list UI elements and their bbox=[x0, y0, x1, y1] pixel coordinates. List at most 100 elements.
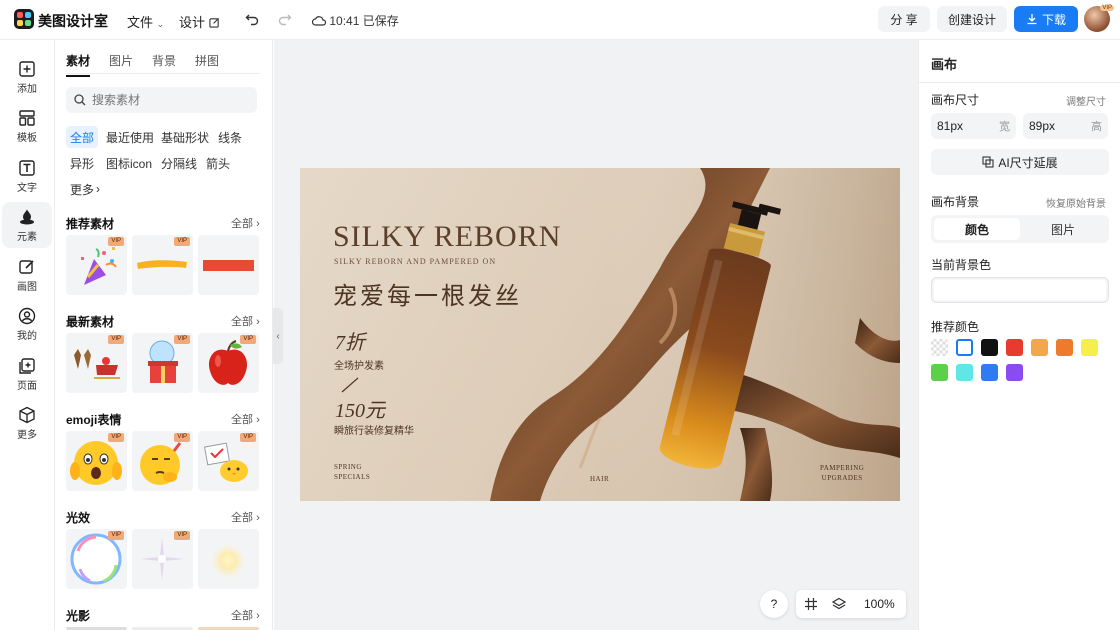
help-button[interactable]: ? bbox=[760, 590, 788, 618]
segment-image[interactable]: 图片 bbox=[1020, 218, 1106, 240]
chip-icons[interactable]: 图标icon bbox=[102, 152, 156, 174]
canvas-title[interactable]: SILKY REBORN bbox=[333, 220, 561, 254]
canvas-headline[interactable]: 宠爱每一根发丝 bbox=[333, 276, 522, 311]
layers-icon[interactable] bbox=[832, 597, 846, 611]
file-menu[interactable]: 文件 ⌄ bbox=[127, 12, 164, 31]
template-icon bbox=[19, 109, 35, 126]
canvas-artwork bbox=[490, 168, 900, 501]
asset-thumb-chick-emoji[interactable]: VIP bbox=[198, 431, 259, 491]
current-bg-label: 当前背景色 bbox=[931, 258, 992, 272]
color-swatch[interactable] bbox=[1056, 339, 1073, 356]
asset-thumb-snow-globe-gift[interactable]: VIP bbox=[132, 333, 193, 393]
color-swatch[interactable] bbox=[1031, 339, 1048, 356]
section-all-link[interactable]: 全部 › bbox=[231, 411, 260, 427]
top-bar: 美图设计室 文件 ⌄ 设计 10:41 已保存 分 享 创建设计 下载 VIP bbox=[0, 0, 1120, 40]
restore-bg-link[interactable]: 恢复原始背景 bbox=[1046, 195, 1106, 210]
color-swatch[interactable] bbox=[1006, 339, 1023, 356]
ai-extend-button[interactable]: AI尺寸延展 bbox=[931, 149, 1109, 175]
height-field[interactable]: 89px 高 bbox=[1023, 113, 1108, 139]
nav-item-add[interactable]: 添加 bbox=[2, 54, 52, 100]
asset-thumb-scared-emoji[interactable]: VIP bbox=[66, 431, 127, 491]
section-title: emoji表情 bbox=[66, 413, 122, 427]
asset-thumb-apple[interactable]: VIP bbox=[198, 333, 259, 393]
collapse-panel-handle[interactable]: ‹ bbox=[273, 308, 283, 364]
color-swatch[interactable] bbox=[1006, 364, 1023, 381]
segment-color[interactable]: 颜色 bbox=[934, 218, 1020, 240]
asset-thumb-brush-stroke[interactable]: VIP bbox=[132, 235, 193, 295]
section-title: 推荐素材 bbox=[66, 217, 115, 231]
width-field[interactable]: 81px 宽 bbox=[931, 113, 1016, 139]
grid-icon[interactable] bbox=[804, 597, 818, 611]
ai-extend-label: AI尺寸延展 bbox=[998, 155, 1058, 170]
canvas-discount[interactable]: 7折 bbox=[335, 326, 365, 355]
width-value: 81px bbox=[937, 119, 964, 133]
color-swatch[interactable] bbox=[981, 364, 998, 381]
section-all-link[interactable]: 全部 › bbox=[231, 313, 260, 329]
zoom-level[interactable]: 100% bbox=[864, 597, 895, 611]
design-menu[interactable]: 设计 bbox=[179, 12, 220, 31]
color-swatch[interactable] bbox=[1081, 339, 1098, 356]
color-swatch[interactable] bbox=[956, 364, 973, 381]
search-box[interactable] bbox=[66, 87, 257, 113]
chevron-right-icon: › bbox=[256, 316, 260, 328]
adjust-size-link[interactable]: 调整尺寸 bbox=[1066, 93, 1106, 108]
color-swatch[interactable] bbox=[931, 364, 948, 381]
slash-divider bbox=[341, 377, 359, 393]
color-swatch[interactable] bbox=[981, 339, 998, 356]
undo-icon[interactable] bbox=[245, 12, 259, 30]
asset-thumb-red-bar[interactable] bbox=[198, 235, 259, 295]
chip-irregular[interactable]: 异形 bbox=[66, 152, 98, 174]
share-button[interactable]: 分 享 bbox=[878, 6, 930, 32]
asset-thumb-bubble[interactable]: VIP bbox=[66, 529, 127, 589]
chip-dividers[interactable]: 分隔线 bbox=[157, 152, 201, 174]
design-canvas[interactable]: SILKY REBORN SILKY REBORN AND PAMPERED O… bbox=[300, 168, 900, 501]
nav-item-draw[interactable]: 画图 bbox=[2, 252, 52, 298]
canvas-subtitle[interactable]: SILKY REBORN AND PAMPERED ON bbox=[334, 257, 496, 266]
color-swatch[interactable] bbox=[931, 339, 948, 356]
search-input[interactable] bbox=[92, 93, 242, 107]
nav-item-more[interactable]: 更多 bbox=[2, 400, 52, 446]
chip-recent[interactable]: 最近使用 bbox=[102, 126, 158, 148]
canvas-price-note[interactable]: 瞬旅行装修复精华 bbox=[334, 422, 414, 437]
app-logo-icon[interactable] bbox=[14, 9, 34, 29]
nav-item-template[interactable]: 模板 bbox=[2, 103, 52, 149]
chip-more[interactable]: 更多 › bbox=[66, 178, 104, 200]
chip-all[interactable]: 全部 bbox=[66, 126, 99, 148]
download-button[interactable]: 下载 bbox=[1014, 6, 1078, 32]
nav-item-mine[interactable]: 我的 bbox=[2, 301, 52, 347]
asset-thumb-glow[interactable] bbox=[198, 529, 259, 589]
nav-item-elements[interactable]: 元素 bbox=[2, 202, 52, 248]
nav-item-page[interactable]: 页面 bbox=[2, 351, 52, 397]
nav-item-text[interactable]: 文字 bbox=[2, 153, 52, 199]
vip-badge: VIP bbox=[240, 335, 256, 344]
chip-lines[interactable]: 线条 bbox=[214, 126, 246, 148]
vip-badge: VIP bbox=[174, 531, 190, 540]
chip-arrows[interactable]: 箭头 bbox=[202, 152, 234, 174]
asset-thumb-thinking-emoji[interactable]: VIP bbox=[132, 431, 193, 491]
cube-icon bbox=[19, 406, 35, 423]
nav-label: 文字 bbox=[17, 182, 37, 194]
section-all-link[interactable]: 全部 › bbox=[231, 215, 260, 231]
chip-basic-shapes[interactable]: 基础形状 bbox=[157, 126, 213, 148]
section-all-link[interactable]: 全部 › bbox=[231, 607, 260, 623]
nav-label: 页面 bbox=[17, 380, 37, 392]
create-design-button[interactable]: 创建设计 bbox=[937, 6, 1007, 32]
canvas-price[interactable]: 150元 bbox=[335, 394, 385, 423]
asset-panel: 素材 图片 背景 拼图 全部 最近使用 基础形状 线条 异形 图标icon 分隔… bbox=[56, 40, 273, 630]
color-swatch[interactable] bbox=[956, 339, 973, 356]
brand-name[interactable]: 美图设计室 bbox=[38, 11, 108, 31]
canvas-discount-note[interactable]: 全场护发素 bbox=[334, 357, 384, 372]
redo-icon[interactable] bbox=[278, 12, 292, 30]
asset-thumb-sleigh[interactable]: VIP bbox=[66, 333, 127, 393]
avatar[interactable]: VIP bbox=[1084, 5, 1114, 32]
section-all-link[interactable]: 全部 › bbox=[231, 509, 260, 525]
left-nav: 添加 模板 文字 元素 画图 我的 页面 更多 bbox=[0, 40, 55, 630]
section-title: 光效 bbox=[66, 511, 91, 525]
asset-thumb-party-popper[interactable]: VIP bbox=[66, 235, 127, 295]
current-color-field[interactable] bbox=[931, 277, 1109, 303]
canvas-foot-left[interactable]: SPRING SPECIALS bbox=[334, 462, 370, 482]
asset-thumb-sparkle[interactable]: VIP bbox=[132, 529, 193, 589]
canvas-foot-mid[interactable]: HAIR bbox=[590, 474, 609, 484]
vip-badge: VIP bbox=[108, 433, 124, 442]
canvas-foot-right[interactable]: PAMPERING UPGRADES bbox=[820, 463, 864, 483]
